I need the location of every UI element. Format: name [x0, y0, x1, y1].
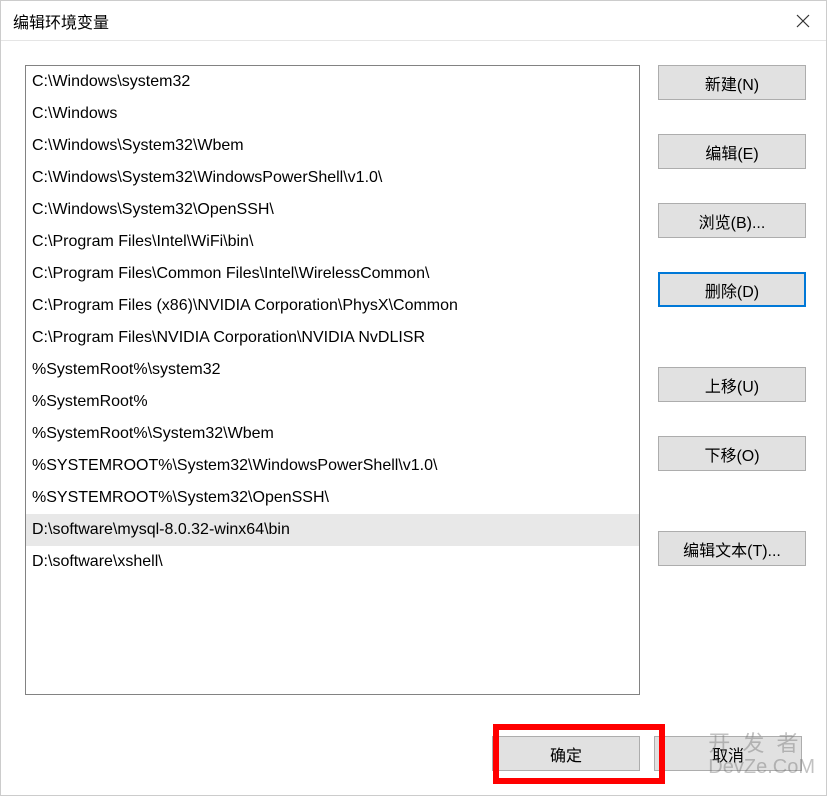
list-item[interactable]: %SYSTEMROOT%\System32\OpenSSH\ [26, 482, 639, 514]
new-button[interactable]: 新建(N) [658, 65, 806, 100]
list-item[interactable]: %SYSTEMROOT%\System32\WindowsPowerShell\… [26, 450, 639, 482]
list-item[interactable]: C:\Program Files\Common Files\Intel\Wire… [26, 258, 639, 290]
close-icon [796, 14, 810, 28]
dialog-title: 编辑环境变量 [13, 9, 109, 33]
list-item[interactable]: C:\Program Files (x86)\NVIDIA Corporatio… [26, 290, 639, 322]
list-item[interactable]: C:\Windows\System32\Wbem [26, 130, 639, 162]
list-item[interactable]: %SystemRoot%\system32 [26, 354, 639, 386]
side-button-panel: 新建(N) 编辑(E) 浏览(B)... 删除(D) 上移(U) 下移(O) 编… [658, 65, 806, 726]
list-item[interactable]: D:\software\xshell\ [26, 546, 639, 578]
bottom-button-bar: 确定 取消 [1, 736, 826, 795]
cancel-button[interactable]: 取消 [654, 736, 802, 771]
edit-button[interactable]: 编辑(E) [658, 134, 806, 169]
browse-button[interactable]: 浏览(B)... [658, 203, 806, 238]
list-item[interactable]: C:\Windows\System32\WindowsPowerShell\v1… [26, 162, 639, 194]
list-item[interactable]: C:\Program Files\Intel\WiFi\bin\ [26, 226, 639, 258]
list-item[interactable]: C:\Windows\system32 [26, 66, 639, 98]
list-item[interactable]: %SystemRoot%\System32\Wbem [26, 418, 639, 450]
move-down-button[interactable]: 下移(O) [658, 436, 806, 471]
list-item[interactable]: D:\software\mysql-8.0.32-winx64\bin [26, 514, 639, 546]
list-item[interactable]: C:\Program Files\NVIDIA Corporation\NVID… [26, 322, 639, 354]
delete-button[interactable]: 删除(D) [658, 272, 806, 307]
edit-text-button[interactable]: 编辑文本(T)... [658, 531, 806, 566]
dialog-content: C:\Windows\system32C:\WindowsC:\Windows\… [1, 41, 826, 736]
list-item[interactable]: %SystemRoot% [26, 386, 639, 418]
ok-button[interactable]: 确定 [492, 736, 640, 771]
close-button[interactable] [780, 1, 826, 41]
move-up-button[interactable]: 上移(U) [658, 367, 806, 402]
path-listbox[interactable]: C:\Windows\system32C:\WindowsC:\Windows\… [25, 65, 640, 695]
list-item[interactable]: C:\Windows [26, 98, 639, 130]
list-item[interactable]: C:\Windows\System32\OpenSSH\ [26, 194, 639, 226]
edit-env-var-dialog: 编辑环境变量 C:\Windows\system32C:\WindowsC:\W… [0, 0, 827, 796]
titlebar: 编辑环境变量 [1, 1, 826, 41]
